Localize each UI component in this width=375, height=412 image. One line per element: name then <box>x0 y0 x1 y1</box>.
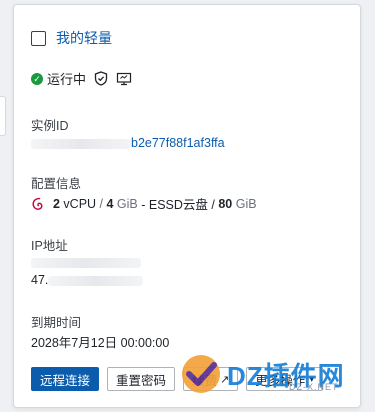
reset-password-button[interactable]: 重置密码 <box>107 367 176 391</box>
redacted-private-ip <box>31 257 141 268</box>
ip-label: IP地址 <box>31 239 68 253</box>
config-label: 配置信息 <box>31 177 82 191</box>
watermark-subtext: DZ-X.NET <box>289 382 339 392</box>
disk-size: 80 <box>218 196 233 211</box>
adjacent-card-edge <box>0 96 6 136</box>
debian-logo-icon <box>32 197 43 210</box>
redacted-id-prefix <box>31 138 131 149</box>
instance-name-link[interactable]: 我的轻量 <box>56 28 112 48</box>
expire-value: 2028年7月12日 00:00:00 <box>31 336 170 350</box>
separator: / <box>96 196 107 211</box>
redacted-public-ip <box>48 275 144 286</box>
ip-public-row: 47. <box>31 273 144 287</box>
site-watermark: DZ插件网 DZ-X.NET <box>179 348 369 400</box>
select-checkbox[interactable] <box>31 30 46 46</box>
config-value: 2 vCPU / 4 GiB - ESSD云盘 / 80 GiB <box>31 194 257 213</box>
expire-label: 到期时间 <box>31 316 82 330</box>
monitor-icon[interactable] <box>116 72 132 86</box>
public-ip-prefix[interactable]: 47. <box>31 273 48 287</box>
instance-id-row: b2e77f88f1af3ffa <box>31 136 225 150</box>
title-row: 我的轻量 <box>31 28 112 48</box>
memory-unit: GiB <box>113 196 138 211</box>
disk-type: - ESSD云盘 / <box>137 198 219 212</box>
cpu-unit: vCPU <box>59 196 97 211</box>
running-check-icon: ✓ <box>31 72 43 85</box>
status-row: ✓ 运行中 <box>31 69 132 88</box>
ip-private-row <box>31 255 141 269</box>
disk-unit: GiB <box>232 196 257 211</box>
remote-connect-button[interactable]: 远程连接 <box>31 367 100 391</box>
memory-size: 4 <box>106 196 114 211</box>
watermark-logo-icon <box>182 355 220 393</box>
status-text: 运行中 <box>47 72 87 87</box>
instance-id-value[interactable]: b2e77f88f1af3ffa <box>131 136 225 150</box>
cpu-count: 2 <box>53 196 60 211</box>
instance-id-label: 实例ID <box>31 119 69 133</box>
shield-check-icon[interactable] <box>94 71 108 86</box>
